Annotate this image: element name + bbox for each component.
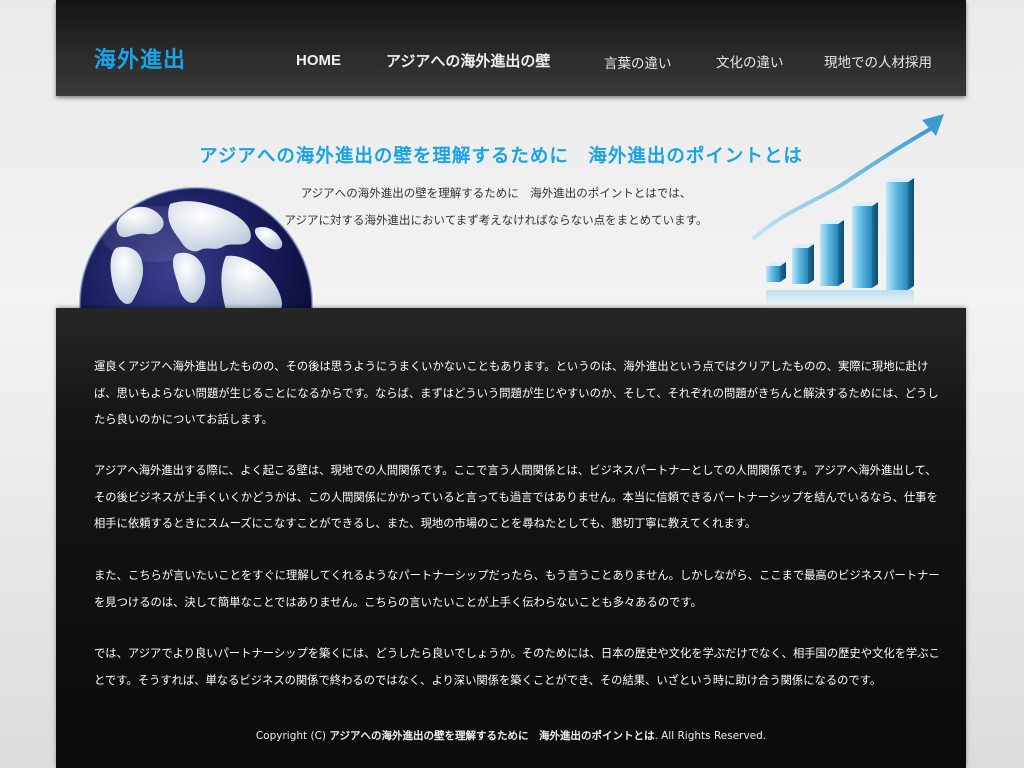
footer-rights: . All Rights Reserved.: [654, 730, 767, 742]
nav-item-local-hiring[interactable]: 現地での人材採用: [824, 51, 932, 71]
main-content: 運良くアジアへ海外進出したものの、その後は思うようにうまくいかないこともあります…: [56, 308, 966, 768]
hero-description-line-1: アジアへの海外進出の壁を理解するために 海外進出のポイントとはでは、: [300, 186, 692, 200]
site-footer: Copyright (C) アジアへの海外進出の壁を理解するために 海外進出のポ…: [56, 728, 966, 743]
site-header: 海外進出 HOME アジアへの海外進出の壁 言葉の違い 文化の違い 現地での人材…: [56, 0, 966, 96]
content-paragraph-2: アジアへ海外進出する際に、よく起こる壁は、現地での人間関係です。ここで言う人間関…: [94, 464, 938, 530]
bar-chart-arrow-icon: [746, 110, 956, 306]
content-paragraph-1: 運良くアジアへ海外進出したものの、その後は思うようにうまくいかないこともあります…: [94, 360, 939, 426]
nav-item-home[interactable]: HOME: [296, 52, 341, 69]
hero-description-line-2: アジアに対する海外進出においてまず考えなければならない点をまとめています。: [284, 213, 708, 227]
nav-item-language[interactable]: 言葉の違い: [604, 52, 672, 72]
content-paragraph-4: では、アジアでより良いパートナーシップを築くには、どうしたら良いでしょうか。その…: [94, 647, 940, 687]
nav-item-culture[interactable]: 文化の違い: [716, 51, 784, 71]
nav-item-asia-wall[interactable]: アジアへの海外進出の壁: [386, 50, 550, 71]
hero-description: アジアへの海外進出の壁を理解するために 海外進出のポイントとはでは、 アジアに対…: [256, 180, 736, 234]
footer-copyright-prefix: Copyright (C): [255, 730, 330, 742]
footer-site-name[interactable]: アジアへの海外進出の壁を理解するために 海外進出のポイントとは: [329, 730, 654, 742]
main-nav: HOME アジアへの海外進出の壁 言葉の違い 文化の違い 現地での人材採用: [56, 0, 966, 96]
content-paragraph-3: また、こちらが言いたいことをすぐに理解してくれるようなパートナーシップだったら、…: [94, 569, 940, 609]
hero-banner: アジアへの海外進出の壁を理解するために 海外進出のポイントとは アジアへの海外進…: [56, 96, 966, 309]
